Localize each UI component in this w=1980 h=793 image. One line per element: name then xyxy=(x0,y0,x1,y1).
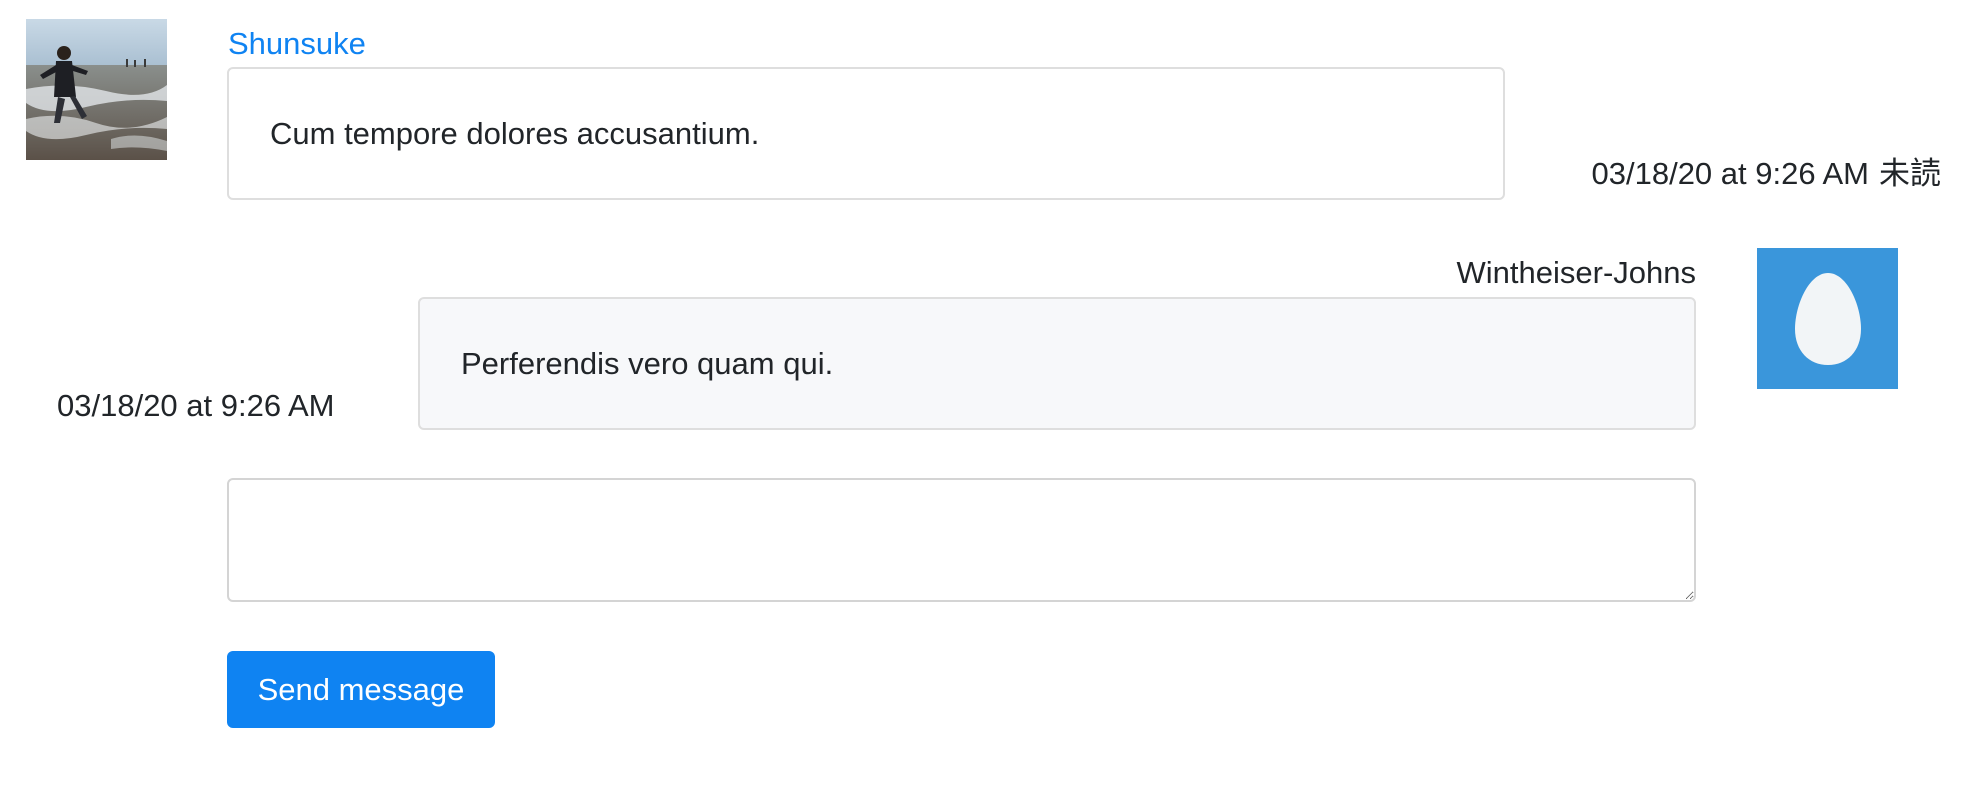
message-bubble-sent: Perferendis vero quam qui. xyxy=(418,297,1696,430)
sender-avatar-photo xyxy=(26,19,167,160)
message-timestamp: 03/18/20 at 9:26 AM 未読 xyxy=(1592,152,1942,196)
message-timestamp: 03/18/20 at 9:26 AM xyxy=(57,388,335,423)
send-message-button[interactable]: Send message xyxy=(227,651,495,728)
sender-name-link[interactable]: Shunsuke xyxy=(228,22,366,66)
message-bubble-received: Cum tempore dolores accusantium. xyxy=(227,67,1505,200)
default-avatar xyxy=(1757,248,1898,389)
egg-icon xyxy=(1794,272,1861,365)
message-input[interactable] xyxy=(227,478,1696,602)
message-text: Cum tempore dolores accusantium. xyxy=(270,115,760,151)
message-text: Perferendis vero quam qui. xyxy=(461,345,834,381)
beach-photo-image xyxy=(26,19,167,160)
timestamp-text: 03/18/20 at 9:26 AM xyxy=(1591,156,1870,191)
sender-name: Wintheiser-Johns xyxy=(1456,255,1696,290)
unread-status: 未読 xyxy=(1879,156,1941,191)
chat-page: Shunsuke Cum tempore dolores accusantium… xyxy=(0,0,1980,793)
